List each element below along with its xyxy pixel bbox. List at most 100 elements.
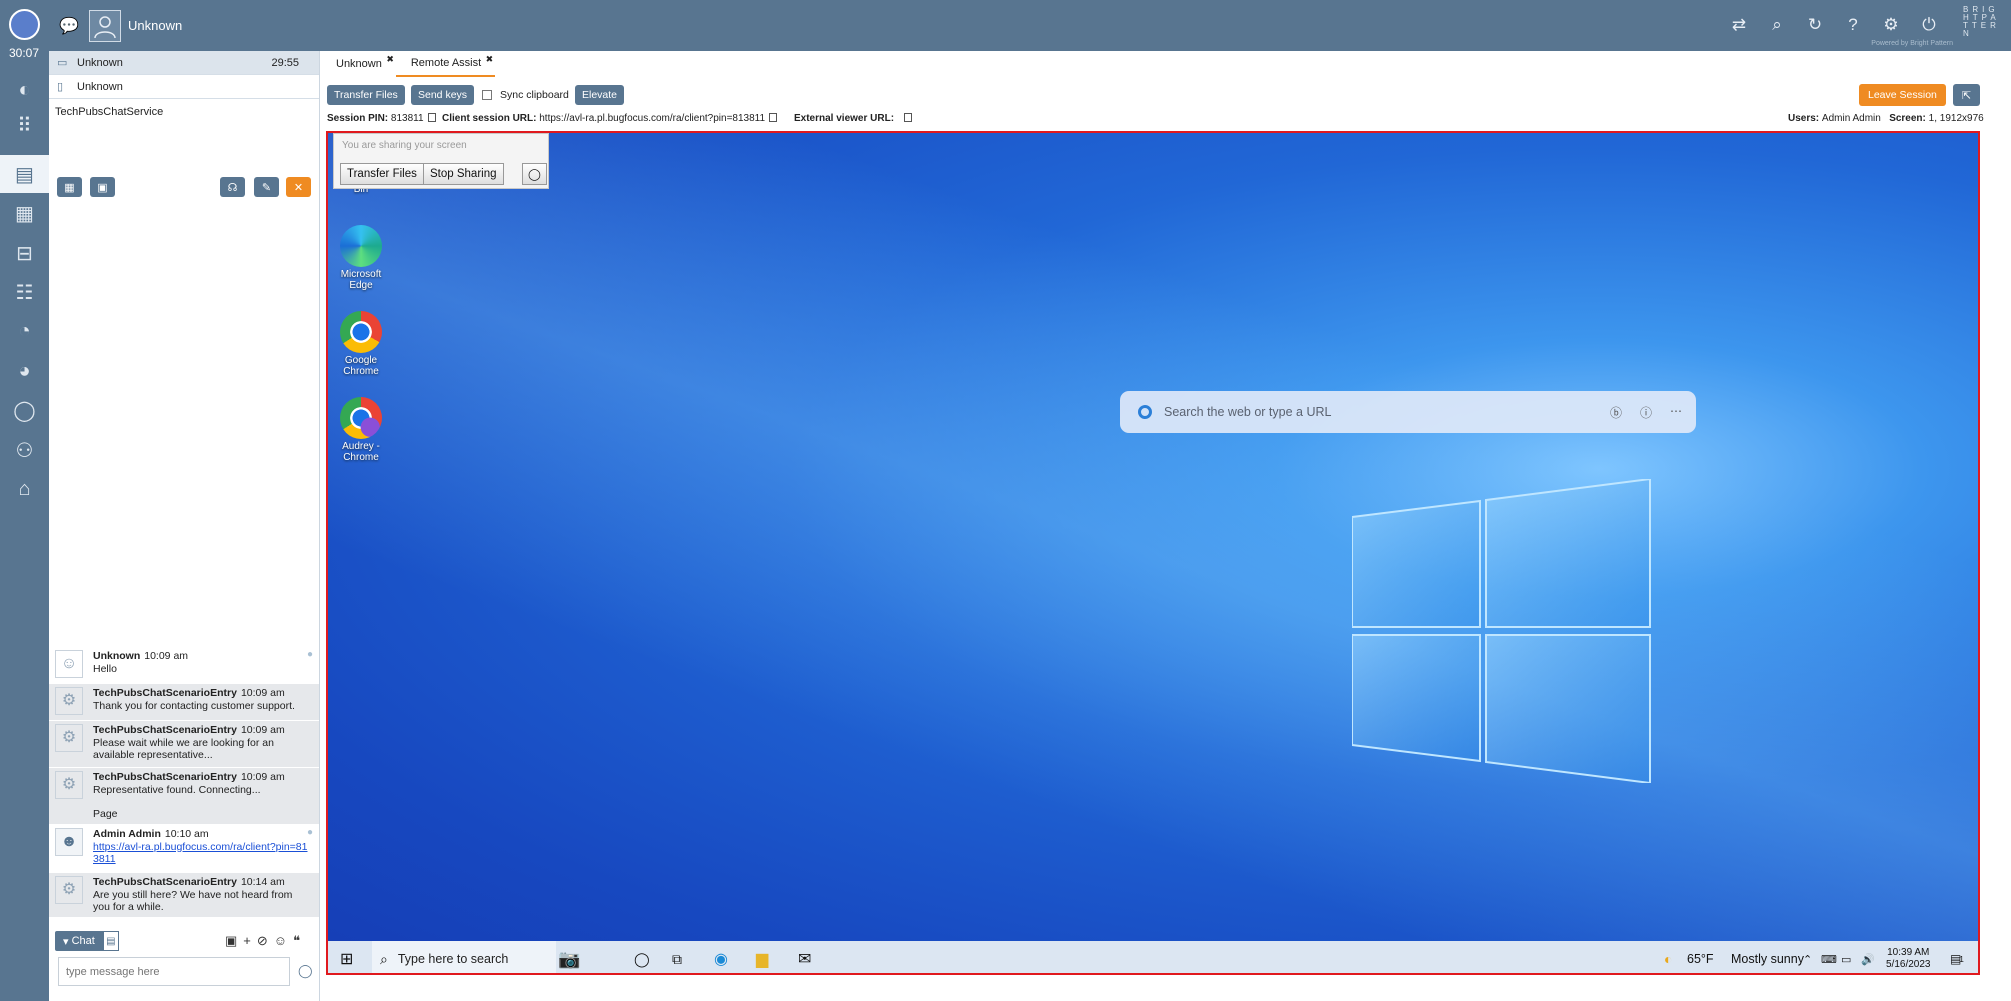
more-icon[interactable]: ⋯ (1670, 404, 1682, 421)
taskbar-clock[interactable]: 10:39 AM 5/16/2023 (1886, 941, 1931, 973)
popup-transfer-files-button[interactable]: Transfer Files (340, 163, 424, 185)
interaction-item-chat[interactable]: ▭ Unknown 29:55 (49, 51, 319, 75)
sync-clipboard-checkbox[interactable] (482, 90, 492, 100)
gear-icon[interactable]: ⚙ (1879, 13, 1903, 37)
copy-icon[interactable] (427, 113, 436, 122)
interaction-item-document[interactable]: ▯ Unknown (49, 75, 319, 99)
dashboard-icon[interactable]: ◔ (0, 312, 49, 350)
task-view-icon[interactable]: ⧉ (672, 941, 682, 973)
search-engine-icon (1138, 405, 1152, 419)
interaction-label: Unknown (77, 80, 123, 93)
add-folder-button[interactable]: ▣ (90, 177, 115, 197)
weather-condition: Mostly sunny (1731, 952, 1804, 966)
user-avatar[interactable] (89, 10, 121, 42)
sync-clipboard-toggle[interactable]: Sync clipboard (482, 89, 569, 101)
contacts-icon[interactable]: ☷ (0, 273, 49, 311)
headset-button[interactable]: ☊ (220, 177, 245, 197)
message-time: 10:10 am (164, 828, 209, 840)
display-icon[interactable]: ▭ (1841, 941, 1851, 973)
chat-icon[interactable]: ◯ (0, 391, 49, 429)
send-icon[interactable]: ◯ (298, 963, 313, 979)
emoji-icon[interactable]: ☺ (274, 933, 287, 949)
chat-tab-button[interactable]: ▾ Chat (55, 931, 103, 951)
agent-status-indicator[interactable] (9, 9, 40, 40)
notification-icon[interactable]: ▤ 1 (1950, 941, 1964, 973)
attachment-icon[interactable]: ⊘ (257, 933, 268, 949)
web-search-bar[interactable]: Search the web or type a URL ⓑ ⓘ ⋯ (1120, 391, 1696, 433)
chat-icon[interactable]: ◯ (522, 163, 547, 185)
close-icon[interactable]: ✖ (386, 54, 394, 65)
desktop-icon-audrey-chrome[interactable]: Audrey - Chrome (336, 397, 386, 463)
desktop-icon-label: Audrey - Chrome (342, 441, 380, 463)
sharing-status-text: You are sharing your screen (342, 140, 467, 151)
popout-icon[interactable]: ⇱ (1953, 84, 1980, 106)
tab-label: Unknown (336, 58, 382, 70)
copy-icon[interactable] (769, 113, 778, 122)
search-icon: ⌕ (380, 950, 388, 967)
screen-share-icon[interactable]: ▣ (225, 933, 237, 949)
plus-icon[interactable]: + (243, 933, 251, 949)
network-icon[interactable]: ⌨ (1821, 941, 1837, 973)
remote-screen[interactable]: Recycle Bin Microsoft Edge Google Chrome… (326, 131, 1980, 975)
toggle-icon[interactable]: ◐ (0, 71, 49, 109)
tab-remote-assist[interactable]: Remote Assist ✖ (395, 51, 496, 77)
elevate-button[interactable]: Elevate (575, 85, 625, 105)
leave-session-button[interactable]: Leave Session (1859, 84, 1946, 106)
notification-count: 1 (1959, 954, 1964, 964)
home-icon[interactable]: ⌂ (0, 470, 49, 508)
external-url-label: External viewer URL: (794, 113, 895, 124)
page-label: Page (93, 808, 118, 820)
brand-logo: BRIG HTPA TTER N (1963, 5, 2000, 38)
cortana-icon[interactable]: ◯ (634, 941, 650, 973)
nav-interactions-icon[interactable]: ▤ (0, 155, 49, 193)
user-settings-icon[interactable]: ⚇ (0, 431, 49, 469)
users-label: Users: (1788, 113, 1820, 124)
quote-icon[interactable]: ❝ (293, 933, 300, 949)
chrome-profile-icon (340, 397, 382, 439)
stop-sharing-button[interactable]: Stop Sharing (423, 163, 504, 185)
volume-icon[interactable]: 🔊 (1861, 941, 1875, 973)
main-area: Unknown ✖ Remote Assist ✖ Transfer Files… (321, 51, 2011, 1001)
power-icon[interactable]: ⏻ (1917, 13, 1941, 37)
edge-icon (340, 225, 382, 267)
desktop-icon-edge[interactable]: Microsoft Edge (336, 225, 386, 291)
help-icon[interactable]: ⓘ (1640, 404, 1652, 421)
session-link[interactable]: https://avl-ra.pl.bugfocus.com/ra/client… (93, 841, 308, 866)
desktop-icon-label: Microsoft Edge (340, 269, 382, 291)
weather-icon[interactable]: ◐ (1664, 941, 1672, 973)
windows-start-icon[interactable]: ⊞ (340, 941, 353, 973)
share-icon[interactable]: ⇄ (1727, 13, 1751, 37)
pie-chart-icon[interactable]: ◕ (0, 352, 49, 390)
tab-unknown[interactable]: Unknown ✖ (321, 51, 396, 77)
schedule-callback-button[interactable]: ▦ (57, 177, 82, 197)
bing-icon[interactable]: ⓑ (1610, 404, 1622, 421)
chat-message: ☺ Unknown 10:09 am Hello ● (49, 647, 319, 683)
document-icon[interactable]: ▤ (102, 931, 119, 951)
message-sender: TechPubsChatScenarioEntry (93, 724, 237, 736)
top-bar: 💬 Unknown ⇄ ⌕ ↻ ? ⚙ ⏻ Powered by Bright … (0, 0, 2011, 51)
close-interaction-button[interactable]: ✕ (286, 177, 311, 197)
wrap-up-button[interactable]: ✎ (254, 177, 279, 197)
message-time: 10:09 am (240, 687, 285, 699)
chevron-up-icon[interactable]: ⌃ (1803, 941, 1812, 973)
desktop-icon-chrome[interactable]: Google Chrome (336, 311, 386, 377)
edge-icon[interactable]: ◉ (714, 941, 728, 973)
windows-logo (1352, 479, 1651, 783)
calendar-icon[interactable]: ▦ (0, 194, 49, 232)
mail-icon[interactable]: ✉ (798, 941, 811, 973)
dialpad-icon[interactable]: ⠿ (0, 106, 49, 144)
help-icon[interactable]: ? (1841, 13, 1865, 37)
search-icon[interactable]: ⌕ (1765, 13, 1789, 37)
taskbar-search-box[interactable]: ⌕ Type here to search (372, 941, 556, 973)
message-text: Hello (93, 662, 117, 675)
transfer-files-button[interactable]: Transfer Files (327, 85, 405, 105)
refresh-icon[interactable]: ↻ (1803, 13, 1827, 37)
chat-message-input[interactable] (58, 957, 290, 986)
copy-icon[interactable] (904, 113, 913, 122)
inbox-icon[interactable]: ⊟ (0, 234, 49, 272)
close-icon[interactable]: ✖ (486, 54, 494, 65)
chat-bubble-icon[interactable]: 💬 (59, 16, 79, 36)
file-explorer-icon[interactable]: ▆ (756, 941, 768, 973)
send-keys-button[interactable]: Send keys (411, 85, 475, 105)
chat-message: ⚙ TechPubsChatScenarioEntry 10:09 am Repr… (49, 768, 319, 804)
